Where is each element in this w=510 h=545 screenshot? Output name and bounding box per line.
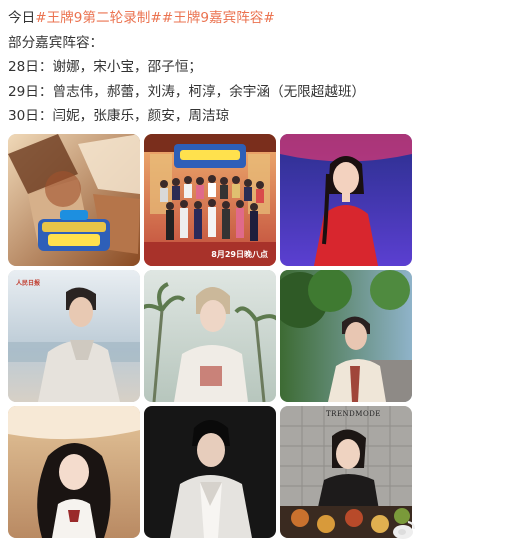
- photo-6[interactable]: [280, 270, 412, 402]
- post-line-4: 29日：曾志伟，郝蕾，刘涛，柯淳，余宇涵（无限超越班）: [8, 83, 366, 100]
- post-line-3: 28日：谢娜，宋小宝，邵子恒；: [8, 59, 203, 76]
- post-prefix: 今日: [8, 10, 36, 26]
- photo-1[interactable]: [8, 134, 140, 266]
- photo-6-image: [280, 270, 412, 402]
- photo-5[interactable]: [144, 270, 276, 402]
- photo-4-image: [8, 270, 140, 402]
- photo-7-image: [8, 406, 140, 538]
- post-text: 今日#王牌9第二轮录制##王牌9嘉宾阵容# 部分嘉宾阵容： 28日：谢娜，宋小宝…: [8, 6, 504, 129]
- photo-8[interactable]: [144, 406, 276, 538]
- photo-3[interactable]: [280, 134, 412, 266]
- photo-7[interactable]: [8, 406, 140, 538]
- photo-4[interactable]: 人民日报: [8, 270, 140, 402]
- photo-2-date-caption: 8月29日晚八点: [211, 250, 268, 259]
- weibo-watermark: [392, 518, 504, 542]
- photo-4-logo-caption: 人民日报: [16, 280, 41, 287]
- photo-2[interactable]: 8月29日晚八点: [144, 134, 276, 266]
- photo-9-magazine-caption: TRENDMODE: [326, 410, 381, 418]
- post-line-2: 部分嘉宾阵容：: [8, 34, 104, 51]
- photo-3-image: [280, 134, 412, 266]
- weibo-logo-icon: [393, 521, 415, 539]
- post-line-5: 30日：闫妮，张康乐，颜安，周洁琼: [8, 108, 230, 125]
- photo-8-image: [144, 406, 276, 538]
- post-line-1: 今日#王牌9第二轮录制##王牌9嘉宾阵容#: [8, 6, 504, 31]
- hashtag-link-1[interactable]: #王牌9第二轮录制#: [35, 10, 162, 26]
- photo-5-image: [144, 270, 276, 402]
- photo-grid: 8月29日晚八点 人民日报 TRENDMODE: [8, 134, 412, 538]
- photo-2-image: [144, 134, 276, 266]
- photo-1-image: [8, 134, 140, 266]
- hashtag-link-2[interactable]: #王牌9嘉宾阵容#: [162, 10, 275, 26]
